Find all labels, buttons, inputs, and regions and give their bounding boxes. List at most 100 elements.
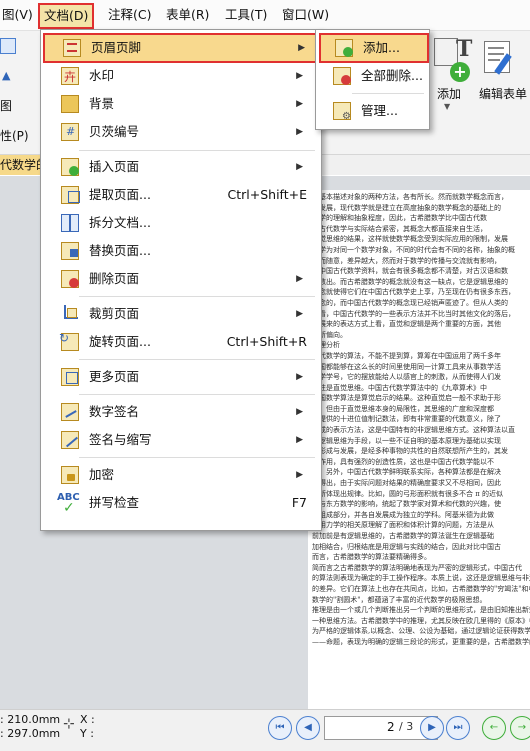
page-text-line: 的形成与发展，是经多种事物的共性的自然联想所产生的，其发 <box>312 447 508 456</box>
page-text-line: 国古代数学与实际结合紧密，其概念大都直接来自生活， <box>312 224 487 233</box>
submenu-item-remove-all[interactable]: 全部删除... <box>319 63 425 89</box>
watermark-icon: 卉 <box>61 67 79 85</box>
insert-page-icon <box>61 158 79 176</box>
page-text-line: 前加前是有逻辑思维的，古希腊数学的算法诞生在逻辑基础 <box>312 532 494 540</box>
page-text-line: 的组成部分，并各自发展成为独立的学科。阿基米德为此做 <box>312 510 494 519</box>
menu-item-insert-page[interactable]: 插入页面 ▶ <box>43 154 317 180</box>
menu-item-background[interactable]: 背景 ▶ <box>43 91 317 117</box>
page-text-line: 概念就使得它们在中国古代数学史上享，乃至现在仍有很多东西， <box>312 288 515 297</box>
menu-item-crop-page[interactable]: 裁剪页面 ▶ <box>43 301 317 327</box>
submenu-arrow-icon: ▶ <box>296 71 303 81</box>
page-text-line: ——命题，表现为明确的逻辑三段论的形式，更重要的是，古希腊数学的推理 <box>312 637 530 646</box>
menu-item-watermark[interactable]: 卉 水印 ▶ <box>43 63 317 89</box>
menu-item-header-footer[interactable]: 页眉页脚 ▶ <box>43 33 321 63</box>
cursor-position-icon: ⊹ <box>63 716 75 732</box>
crop-page-icon <box>61 305 79 323</box>
menu-item-shortcut: Ctrl+Shift+E <box>227 187 308 202</box>
page-text-line: 加相结合，归根结底是用逻辑与实践的结合，因此对比中国古 <box>312 542 501 551</box>
page-height-readout: : 297.0mm <box>0 727 61 740</box>
menu-separator <box>79 394 315 395</box>
menu-item-extract-page[interactable]: 提取页面... Ctrl+Shift+E <box>43 182 317 208</box>
menu-comment[interactable]: 注释(C) <box>104 5 155 25</box>
previous-page-button[interactable]: ◀ <box>296 716 320 740</box>
document-page[interactable]: 些基本描述对象的两种方法，各有所长。然而就数学概念而言， 中发展，现代数学就是建立… <box>308 190 530 709</box>
submenu-item-manage[interactable]: ⚙ 管理... <box>319 98 425 124</box>
menu-item-label: 贝茨编号 <box>89 124 140 139</box>
menu-item-label: 签名与缩写 <box>89 432 152 447</box>
page-text-line: 的算法则表现为确定的手工操作程序。本质上说，这还是逻辑思维与非逻辑 <box>312 574 530 583</box>
submenu-arrow-icon: ▶ <box>296 99 303 109</box>
menu-item-sign-initials[interactable]: 签名与缩写 ▶ <box>43 427 317 453</box>
sign-initials-icon <box>61 431 79 449</box>
page-text-line: 直觉思维的结果，这样就使数学概念受到实际应用的限制，发展 <box>312 235 508 244</box>
menu-item-label: 加密 <box>89 467 115 482</box>
edit-form-label[interactable]: 编辑表单 <box>479 85 527 102</box>
menu-item-delete-page[interactable]: 删除页面 ▶ <box>43 266 317 292</box>
submenu-arrow-icon: ▶ <box>296 435 303 445</box>
back-view-button[interactable]: ← <box>482 716 506 740</box>
menu-document[interactable]: 文档(D) <box>38 3 95 29</box>
submenu-arrow-icon: ▶ <box>296 127 303 137</box>
page-text-line: 其数出。而古希腊数学的概念就没有这一缺点，它是逻辑思维的 <box>312 277 508 286</box>
document-tab[interactable]: 代数学的 <box>0 155 42 175</box>
submenu-arrow-icon: ▶ <box>298 43 305 53</box>
menu-separator <box>352 93 424 94</box>
menu-item-more-pages[interactable]: 更多页面 ▶ <box>43 364 317 390</box>
edit-form-icon[interactable] <box>482 37 512 81</box>
menu-item-label: 背景 <box>89 96 115 111</box>
menu-item-label: 更多页面 <box>89 369 140 384</box>
last-page-button[interactable]: ⏭ <box>446 716 470 740</box>
first-page-button[interactable]: ⏮ <box>268 716 292 740</box>
menu-item-shortcut: F7 <box>291 495 307 510</box>
menu-view[interactable]: 图(V) <box>0 5 37 25</box>
menu-separator <box>79 150 315 151</box>
menu-separator <box>79 359 315 360</box>
page-text-line: 一种思维方法。古希腊数学中的推理，尤其反映在欧几里得的《原本》中， <box>312 616 530 625</box>
split-document-icon <box>61 214 79 232</box>
add-text-field-icon[interactable]: T + <box>432 36 474 86</box>
menu-tools[interactable]: 工具(T) <box>221 5 271 25</box>
menu-item-spell-check[interactable]: ABC ✓ 拼写检查 F7 <box>43 490 317 516</box>
menu-item-replace-page[interactable]: 替换页面... <box>43 238 317 264</box>
menu-item-label: 拼写检查 <box>89 495 140 510</box>
manage-header-footer-icon: ⚙ <box>333 102 351 122</box>
current-page-number[interactable]: 2 <box>387 720 395 734</box>
menu-item-split-document[interactable]: 拆分文档... <box>43 210 317 236</box>
toolbar-properties-label[interactable]: 性(P) <box>0 127 29 144</box>
page-text-line: 完成的表示方法，这是中国特有的非逻辑思维方式。这种算法以直 <box>312 426 515 435</box>
submenu-item-label: 管理... <box>361 103 398 118</box>
digital-signature-icon <box>61 403 79 421</box>
menu-item-rotate-page[interactable]: ↻ 旋转页面... Ctrl+Shift+R <box>43 329 317 355</box>
cursor-x-label: X : <box>80 713 95 726</box>
remove-all-header-footer-icon <box>333 67 351 85</box>
submenu-arrow-icon: ▶ <box>296 372 303 382</box>
more-pages-icon <box>61 368 79 386</box>
menu-item-label: 插入页面 <box>89 159 140 174</box>
submenu-item-label: 全部删除... <box>361 68 423 83</box>
forward-view-button[interactable]: → <box>510 716 530 740</box>
menu-item-bates-numbering[interactable]: # 贝茨编号 ▶ <box>43 119 317 145</box>
menu-form[interactable]: 表单(R) <box>162 5 213 25</box>
delete-page-icon <box>61 270 79 288</box>
page-text-line: 为严格的逻辑体系,以概念、公理、公设为基础，通过逻辑论证获得数学结论 <box>312 627 530 636</box>
header-footer-submenu: 添加... 全部删除... ⚙ 管理... <box>315 29 430 130</box>
next-page-button[interactable]: ▶ <box>420 716 444 740</box>
add-button-label[interactable]: 添加 <box>437 85 461 102</box>
page-text-line: 于中国古代数学资料，就会有很多概念都不清楚，对古汉语和数 <box>312 267 508 276</box>
page-text-line: 来看，中国古代数学的一些表示方法并不比当时其他文化的落后， <box>312 309 515 318</box>
submenu-item-add[interactable]: 添加... <box>319 33 429 63</box>
page-text-line: 都所体现出规律。比如，圆的弓形面积就有很多不合 π 的近似 <box>312 489 504 498</box>
menu-item-label: 裁剪页面 <box>89 306 140 321</box>
page-width-readout: : 210.0mm <box>0 713 61 726</box>
toolbar-arrow-icon[interactable]: ▲ <box>2 69 10 82</box>
menu-bar: 图(V) 文档(D) 注释(C) 表单(R) 工具(T) 窗口(W) <box>0 0 530 31</box>
menu-item-encrypt[interactable]: 加密 ▶ <box>43 462 317 488</box>
toolbar-tool-icon[interactable] <box>0 38 16 54</box>
menu-window[interactable]: 窗口(W) <box>278 5 333 25</box>
menu-item-digital-signature[interactable]: 数字签名 ▶ <box>43 399 317 425</box>
page-text-line: 应用力学的相关原理解了面积和体积计算的问题，方法是从 <box>312 521 494 530</box>
add-dropdown-icon[interactable]: ▼ <box>444 102 450 111</box>
page-text-line: 好展来的表达方式上看，直觉和逻辑是两个重要的方面，其他 <box>312 320 501 329</box>
submenu-arrow-icon: ▶ <box>296 407 303 417</box>
submenu-arrow-icon: ▶ <box>296 274 303 284</box>
